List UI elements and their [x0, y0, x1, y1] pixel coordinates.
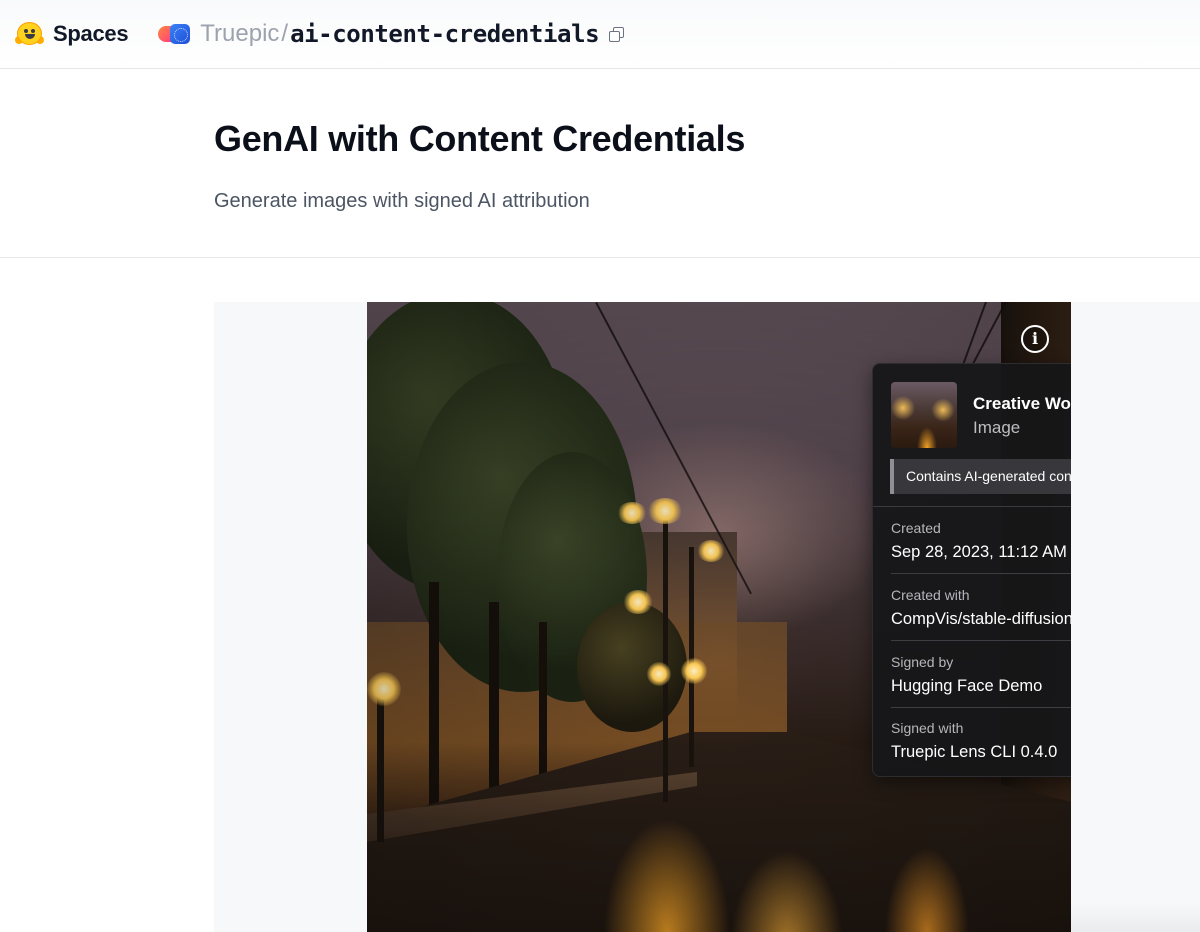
- org-avatar-icon[interactable]: [158, 24, 192, 44]
- field-value: Truepic Lens CLI 0.4.0: [891, 743, 1058, 761]
- field-label: Created: [891, 520, 941, 536]
- image-thumbnail: [891, 382, 957, 448]
- field-label: Created with: [891, 587, 970, 603]
- repo-name-link[interactable]: ai-content-credentials: [290, 20, 599, 48]
- page-title: GenAI with Content Credentials: [214, 118, 746, 159]
- breadcrumb-separator: /: [281, 20, 289, 47]
- credential-field-created-with: Created with CompVis/stable-diffusion-v1…: [891, 574, 1071, 641]
- spaces-link[interactable]: Spaces: [53, 21, 129, 47]
- credential-field-signed-by: Signed by Hugging Face Demo: [891, 641, 1071, 708]
- copy-icon[interactable]: [609, 27, 625, 43]
- ai-generated-badge: Contains AI-generated content: [890, 459, 1071, 494]
- field-value: Sep 28, 2023, 11:12 AM Eastern Time: [891, 543, 1071, 561]
- top-navigation-bar: Spaces Truepic / ai-content-credentials: [0, 0, 1200, 69]
- org-name-link[interactable]: Truepic: [200, 20, 279, 48]
- credential-field-created: Created Sep 28, 2023, 11:12 AM Eastern T…: [891, 507, 1071, 574]
- content-credentials-popover: Creative Work Image Contains AI-generate…: [872, 363, 1071, 777]
- field-label: Signed with: [891, 720, 964, 736]
- credential-title: Creative Work: [973, 394, 1071, 413]
- field-value: CompVis/stable-diffusion-v1-4 1.4: [891, 610, 1071, 628]
- image-output-panel: i Creative Work Image Contains AI-genera…: [214, 302, 1200, 932]
- content-credentials-info-icon[interactable]: i: [1021, 325, 1049, 353]
- credential-field-signed-with: Signed with Truepic Lens CLI 0.4.0: [891, 707, 1071, 774]
- credential-type: Image: [973, 418, 1021, 437]
- field-value: Hugging Face Demo: [891, 677, 1043, 695]
- hugging-face-logo-icon[interactable]: [15, 20, 44, 48]
- header-divider: [0, 257, 1200, 258]
- generated-image: i Creative Work Image Contains AI-genera…: [367, 302, 1071, 932]
- field-label: Signed by: [891, 654, 954, 670]
- page-subtitle: Generate images with signed AI attributi…: [214, 190, 590, 212]
- panel-shadow: [1060, 902, 1200, 932]
